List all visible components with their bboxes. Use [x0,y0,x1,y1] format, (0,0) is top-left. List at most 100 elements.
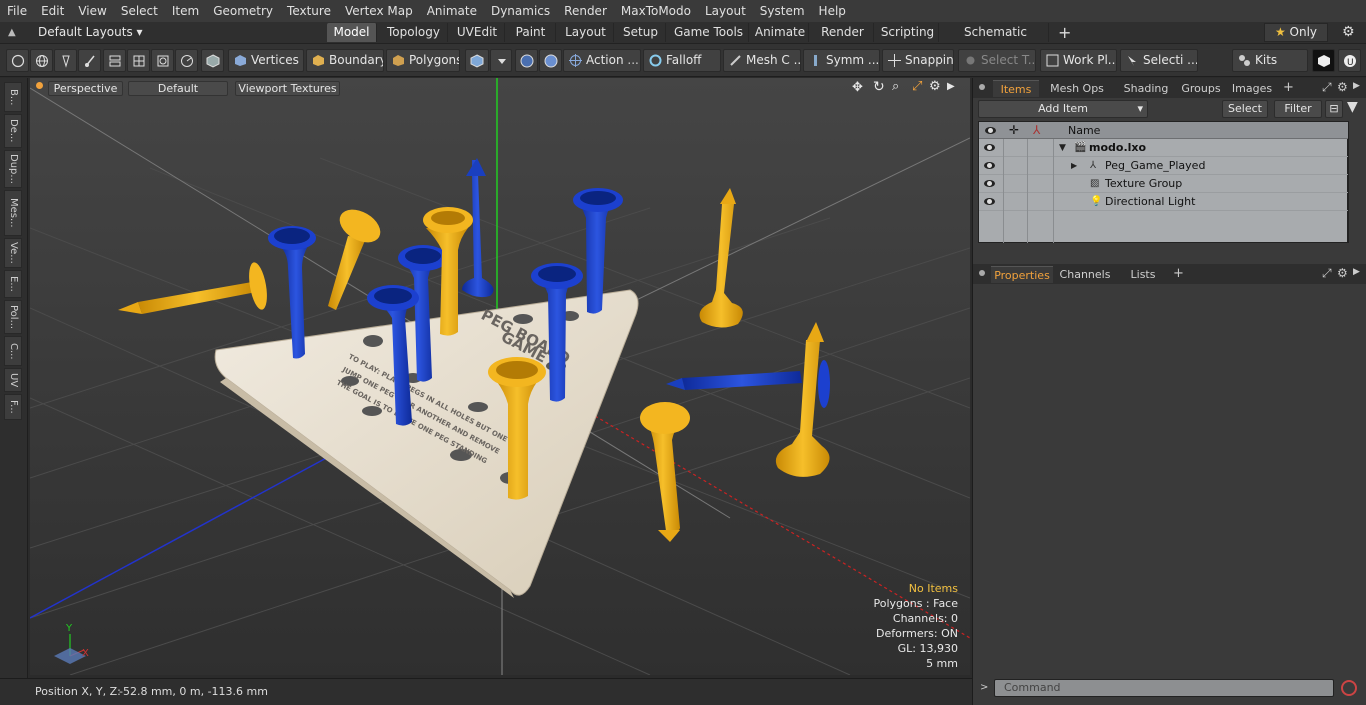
tab-mesh-ops[interactable]: Mesh Ops [1045,80,1109,97]
align-icon[interactable] [103,49,126,72]
gear-icon[interactable]: ⚙ [1342,24,1355,40]
view-mode-button[interactable]: Perspective [48,81,123,96]
visibility-eye-icon[interactable] [984,198,995,205]
left-tab-5[interactable]: E... [4,270,22,298]
collapse-list-icon[interactable]: ⊟ [1325,100,1343,118]
visibility-eye-icon[interactable] [984,144,995,151]
add-panel-tab-icon[interactable]: + [1283,80,1294,95]
command-expand-icon[interactable]: > [980,682,988,693]
add-tab-icon[interactable]: + [1058,23,1071,42]
3d-viewport[interactable]: PEG BOARD GAME TO PLAY: PLACE PEGS IN AL… [30,78,970,675]
box-select-icon[interactable] [151,49,174,72]
panel-maximize-icon[interactable]: ⤢ [1322,80,1332,95]
tab-scripting[interactable]: Scripting [877,23,939,42]
boundary-button[interactable]: Boundary [306,49,384,72]
item-row[interactable]: ▼ 🎬 modo.lxo [979,139,1349,157]
left-tab-9[interactable]: F... [4,394,22,420]
tab-animate[interactable]: Animate [752,23,809,42]
polygons-button[interactable]: Polygons [386,49,460,72]
add-properties-tab-icon[interactable]: + [1173,266,1184,281]
left-tab-6[interactable]: Pol... [4,300,22,334]
action-center-button[interactable]: Action ... [563,49,641,72]
left-tab-2[interactable]: Dup... [4,150,22,188]
settings-icon[interactable]: ⚙ [929,79,941,94]
panel-more-icon[interactable]: ▶ [1353,81,1360,91]
tab-images[interactable]: Images [1231,80,1273,97]
items-scrollbar[interactable] [1348,121,1360,243]
viewport-menu-dot-icon[interactable] [36,82,43,89]
zoom-icon[interactable]: ⌕ [892,79,899,94]
work-plane-button[interactable]: Work Pl... [1040,49,1117,72]
menu-render[interactable]: Render [557,4,614,18]
item-row[interactable]: 💡 Directional Light [979,193,1349,211]
brush-icon[interactable] [78,49,101,72]
menu-animate[interactable]: Animate [420,4,484,18]
menu-item[interactable]: Item [165,4,206,18]
panel-gear-icon[interactable]: ⚙ [1337,266,1348,280]
left-tab-4[interactable]: Ve... [4,238,22,268]
circle-select-icon[interactable] [6,49,29,72]
tab-shading[interactable]: Shading [1121,80,1171,97]
globe-icon[interactable] [30,49,53,72]
left-tab-8[interactable]: UV [4,368,22,392]
tab-uvedit[interactable]: UVEdit [450,23,505,42]
panel-gear-icon[interactable]: ⚙ [1337,80,1348,94]
tab-channels[interactable]: Channels [1055,266,1115,283]
symmetry-button[interactable]: Symm ... [803,49,880,72]
mesh-constraints-button[interactable]: Mesh C ... [723,49,801,72]
shading-button[interactable]: Default [128,81,228,96]
pan-icon[interactable]: ✥ [852,80,863,95]
item-row[interactable]: ▨ Texture Group [979,175,1349,193]
left-tab-1[interactable]: De... [4,114,22,148]
mesh-shield-alt-icon[interactable] [539,49,562,72]
maximize-icon[interactable]: ⤢ [912,79,922,94]
mode-dropdown-icon[interactable] [490,49,512,72]
add-item-button[interactable]: Add Item ▾ [978,100,1148,118]
menu-dynamics[interactable]: Dynamics [484,4,557,18]
tab-render[interactable]: Render [812,23,874,42]
visibility-eye-icon[interactable] [984,162,995,169]
menu-maxtomodo[interactable]: MaxToModo [614,4,698,18]
command-input[interactable]: Command [994,679,1334,697]
kits-button[interactable]: Kits [1232,49,1308,72]
panel-more-icon[interactable]: ▶ [1353,267,1360,277]
tab-items[interactable]: Items [993,80,1039,97]
select-button[interactable]: Select [1222,100,1268,118]
record-icon[interactable] [1341,680,1357,696]
menu-file[interactable]: File [0,4,34,18]
menu-texture[interactable]: Texture [280,4,338,18]
expand-arrow-icon[interactable]: ▶ [1071,157,1077,175]
left-tab-3[interactable]: Mes... [4,190,22,236]
menu-select[interactable]: Select [114,4,165,18]
only-button[interactable]: ★ Only [1264,23,1328,42]
tab-schematic-fusion[interactable]: Schematic Fusion [943,23,1049,58]
tab-model[interactable]: Model [327,23,377,42]
filter-button[interactable]: Filter [1274,100,1322,118]
viewport-textures-button[interactable]: Viewport Textures [235,81,340,96]
pen-icon[interactable] [54,49,77,72]
visibility-eye-icon[interactable] [984,180,995,187]
menu-view[interactable]: View [71,4,113,18]
unity-icon[interactable] [1312,49,1335,72]
layout-selector[interactable]: Default Layouts ▾ [38,25,143,39]
panel-maximize-icon[interactable]: ⤢ [1322,266,1332,281]
tab-topology[interactable]: Topology [380,23,448,42]
tab-groups[interactable]: Groups [1177,80,1225,97]
tab-setup[interactable]: Setup [616,23,666,42]
timer-icon[interactable] [175,49,198,72]
mesh-shield-icon[interactable] [515,49,538,72]
name-column-header[interactable]: Name [1068,124,1100,137]
vertices-button[interactable]: Vertices [228,49,304,72]
funnel-icon[interactable]: ▼ [1347,99,1358,115]
tab-game-tools[interactable]: Game Tools [669,23,749,42]
tab-properties[interactable]: Properties [991,266,1053,283]
falloff-button[interactable]: Falloff [643,49,721,72]
left-tab-0[interactable]: B... [4,82,22,112]
left-tab-7[interactable]: C... [4,336,22,366]
menu-edit[interactable]: Edit [34,4,71,18]
tab-lists[interactable]: Lists [1121,266,1165,283]
menu-geometry[interactable]: Geometry [206,4,280,18]
viewport-scene[interactable]: PEG BOARD GAME TO PLAY: PLACE PEGS IN AL… [30,78,970,675]
item-mode-icon[interactable] [465,49,489,72]
cube-icon[interactable] [201,49,224,72]
